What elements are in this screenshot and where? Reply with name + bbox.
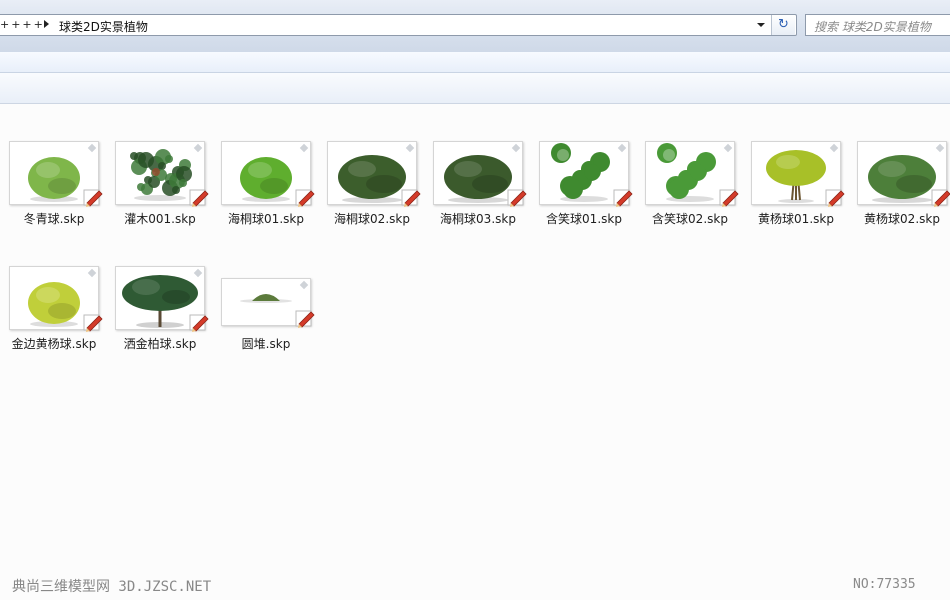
breadcrumb-current-folder[interactable]: 球类2D实景植物 — [59, 18, 148, 35]
column-header-area — [0, 73, 950, 104]
file-item[interactable]: 含笑球01.skp — [539, 141, 645, 231]
address-dropdown-icon[interactable] — [752, 15, 770, 35]
sketchup-file-icon — [931, 189, 950, 207]
file-name-label: 洒金柏球.skp — [123, 337, 197, 351]
sketchup-file-icon — [719, 189, 739, 207]
sketchup-file-icon — [295, 310, 315, 328]
file-item[interactable]: 灌木001.skp — [115, 141, 221, 231]
file-item[interactable]: 黄杨球02.skp — [857, 141, 950, 231]
breadcrumb-previous[interactable]: ++++ — [0, 18, 45, 31]
file-item[interactable]: 海桐球01.skp — [221, 141, 327, 231]
file-name-label: 海桐球03.skp — [440, 212, 516, 226]
file-item[interactable]: 黄杨球01.skp — [751, 141, 857, 231]
file-thumbnail[interactable] — [221, 278, 315, 328]
file-thumbnail[interactable] — [9, 141, 103, 207]
file-thumbnail[interactable] — [857, 141, 950, 207]
file-name-label: 金边黄杨球.skp — [11, 337, 97, 351]
file-item[interactable]: 含笑球02.skp — [645, 141, 751, 231]
file-name-label: 黄杨球01.skp — [758, 212, 834, 226]
file-thumbnail[interactable] — [115, 141, 209, 207]
file-name-label: 海桐球01.skp — [228, 212, 304, 226]
file-item[interactable]: 金边黄杨球.skp — [9, 266, 115, 356]
file-thumbnail[interactable] — [645, 141, 739, 207]
breadcrumb-separator-icon[interactable] — [44, 20, 49, 28]
sketchup-file-icon — [83, 314, 103, 332]
file-thumbnail[interactable] — [9, 266, 103, 332]
file-item[interactable]: 海桐球02.skp — [327, 141, 433, 231]
file-thumbnail[interactable] — [115, 266, 209, 332]
file-item[interactable]: 圆堆.skp — [221, 266, 327, 356]
watermark-left: 典尚三维模型网 3D.JZSC.NET — [12, 579, 212, 595]
sketchup-file-icon — [507, 189, 527, 207]
file-name-label: 海桐球02.skp — [334, 212, 410, 226]
file-item[interactable]: 冬青球.skp — [9, 141, 115, 231]
search-placeholder: 搜索 球类2D实景植物 — [814, 20, 931, 34]
file-thumbnail[interactable] — [327, 141, 421, 207]
command-bar — [0, 52, 950, 73]
sketchup-file-icon — [189, 314, 209, 332]
address-bar[interactable]: ++++ 球类2D实景植物 ↻ — [0, 14, 797, 36]
sketchup-file-icon — [295, 189, 315, 207]
file-name-label: 圆堆.skp — [241, 337, 291, 351]
sketchup-file-icon — [83, 189, 103, 207]
sketchup-file-icon — [613, 189, 633, 207]
sketchup-file-icon — [189, 189, 209, 207]
sketchup-file-icon — [401, 189, 421, 207]
file-thumbnail[interactable] — [221, 141, 315, 207]
file-name-label: 含笑球02.skp — [652, 212, 728, 226]
file-thumbnail[interactable] — [751, 141, 845, 207]
file-name-label: 黄杨球02.skp — [864, 212, 940, 226]
file-name-label: 冬青球.skp — [23, 212, 85, 226]
file-name-label: 灌木001.skp — [124, 212, 196, 226]
file-name-label: 含笑球01.skp — [546, 212, 622, 226]
refresh-icon[interactable]: ↻ — [771, 15, 795, 35]
file-thumbnail[interactable] — [539, 141, 633, 207]
watermark-right: NO:77335 — [853, 577, 916, 592]
explorer-title-bar: ++++ 球类2D实景植物 ↻ 搜索 球类2D实景植物 — [0, 0, 950, 52]
file-item[interactable]: 海桐球03.skp — [433, 141, 539, 231]
file-thumbnail[interactable] — [433, 141, 527, 207]
sketchup-file-icon — [825, 189, 845, 207]
search-input[interactable]: 搜索 球类2D实景植物 — [805, 14, 950, 36]
file-item[interactable]: 洒金柏球.skp — [115, 266, 221, 356]
